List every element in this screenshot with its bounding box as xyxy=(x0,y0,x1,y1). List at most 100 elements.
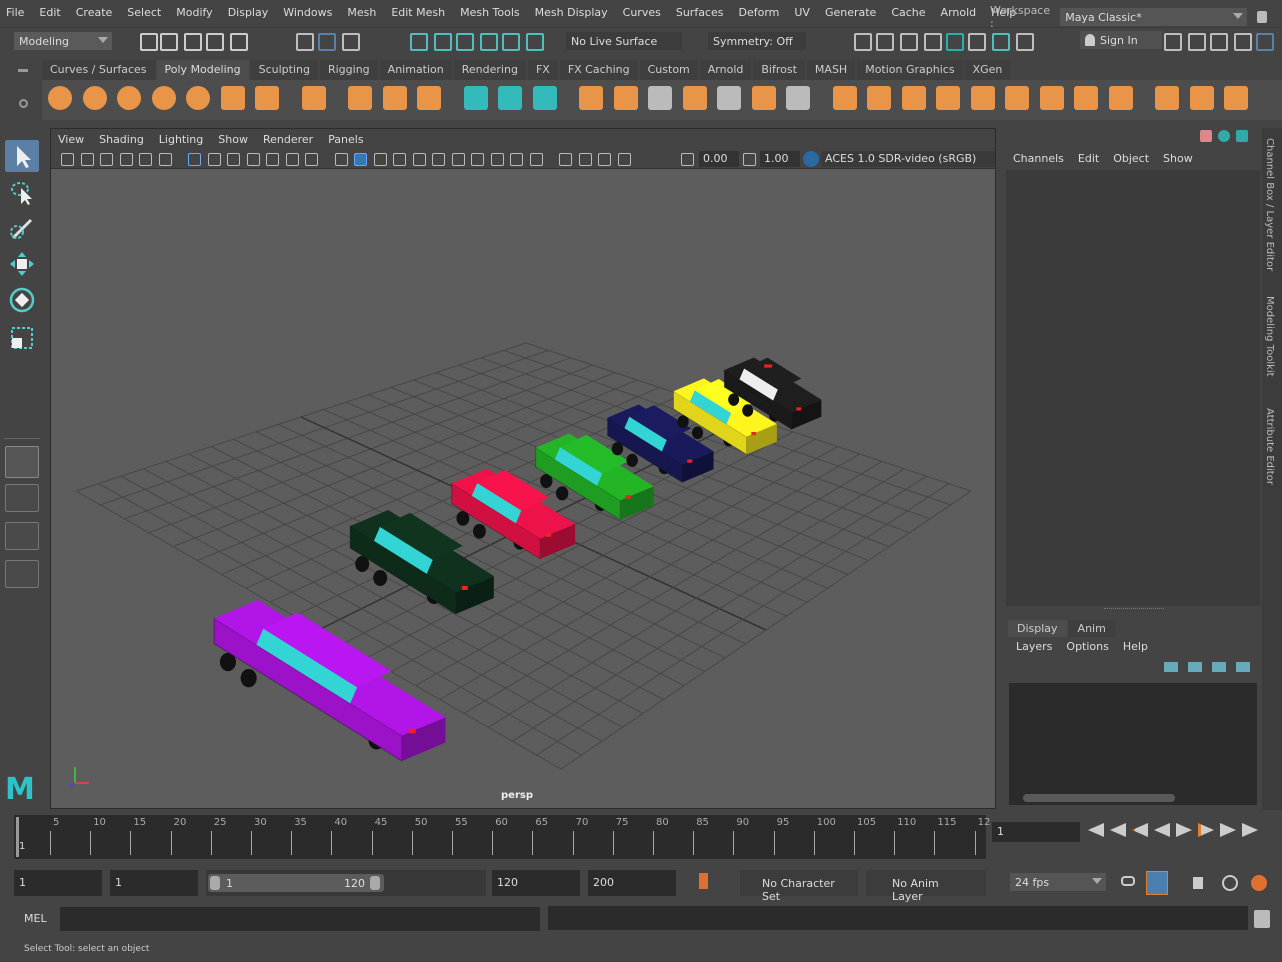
shelf-tab-curves-surfaces[interactable]: Curves / Surfaces xyxy=(42,60,155,80)
3d-scene[interactable]: Police xyxy=(51,169,995,809)
camera-select-icon[interactable] xyxy=(61,153,74,166)
viewport-menu-shading[interactable]: Shading xyxy=(99,133,144,146)
camera-attr-icon[interactable] xyxy=(80,153,94,166)
car-red-sedan[interactable] xyxy=(451,468,576,560)
layer-tab-display[interactable]: Display xyxy=(1008,620,1067,637)
layer-menu-help[interactable]: Help xyxy=(1123,640,1148,653)
shelf-tab-xgen[interactable]: XGen xyxy=(964,60,1011,80)
range-slider-end-handle[interactable] xyxy=(370,876,380,890)
channel-box-help-icon[interactable] xyxy=(1218,130,1230,142)
color-space-dropdown[interactable]: ACES 1.0 SDR-video (sRGB) xyxy=(821,151,995,167)
backface-icon[interactable] xyxy=(617,153,631,166)
single-perspective-layout-icon[interactable] xyxy=(5,446,39,478)
2d-pan-icon[interactable] xyxy=(139,153,152,166)
step-forward-key-icon[interactable] xyxy=(1220,823,1236,837)
menu-mesh-display[interactable]: Mesh Display xyxy=(535,6,608,19)
smooth-icon[interactable] xyxy=(682,86,707,110)
viewport-menu-lighting[interactable]: Lighting xyxy=(159,133,203,146)
open-scene-icon[interactable] xyxy=(160,33,178,51)
screen-space-ao-icon[interactable] xyxy=(471,153,484,166)
color-management-icon[interactable] xyxy=(803,151,819,167)
channel-box-edit-icon[interactable] xyxy=(1236,130,1248,142)
sign-in-button[interactable]: Sign In xyxy=(1080,31,1162,49)
layer-list-scrollbar[interactable] xyxy=(1023,794,1175,802)
side-tab-attribute-editor[interactable]: Attribute Editor xyxy=(1264,408,1275,485)
reset-transform-icon[interactable] xyxy=(532,86,557,110)
menu-arnold[interactable]: Arnold xyxy=(941,6,977,19)
range-slider-bar[interactable]: 1 120 xyxy=(208,874,384,892)
fps-dropdown[interactable]: 24 fps xyxy=(1010,873,1106,891)
near-clip-field[interactable]: 0.00 xyxy=(699,151,739,167)
channel-box-menu-edit[interactable]: Edit xyxy=(1078,152,1099,165)
field-chart-icon[interactable] xyxy=(266,153,279,166)
side-tab-channel-box[interactable]: Channel Box / Layer Editor xyxy=(1264,138,1275,271)
go-to-end-icon[interactable] xyxy=(1242,823,1258,837)
smooth-shade-icon[interactable] xyxy=(354,153,367,166)
live-surface-field[interactable]: No Live Surface xyxy=(566,32,682,50)
shelf-tab-fx-caching[interactable]: FX Caching xyxy=(559,60,638,80)
render-setup-icon[interactable] xyxy=(968,33,986,51)
outliner-layout-icon[interactable] xyxy=(5,560,39,588)
command-input[interactable] xyxy=(60,907,540,931)
four-view-layout-icon[interactable] xyxy=(5,484,39,512)
step-forward-frame-icon[interactable] xyxy=(1198,823,1214,837)
render-settings-icon[interactable] xyxy=(924,33,942,51)
new-layer-selected-icon[interactable] xyxy=(1236,662,1250,672)
panel-splitter[interactable] xyxy=(1104,608,1164,610)
xray-joints-icon[interactable] xyxy=(578,153,592,166)
select-tool-icon[interactable] xyxy=(5,140,39,172)
shelf-tab-arnold[interactable]: Arnold xyxy=(699,60,752,80)
shelf-tab-fx[interactable]: FX xyxy=(527,60,558,80)
hypershade-icon[interactable] xyxy=(946,33,964,51)
exposure-icon[interactable] xyxy=(681,153,694,166)
menu-edit-mesh[interactable]: Edit Mesh xyxy=(391,6,445,19)
symmetry-dropdown[interactable]: Symmetry: Off xyxy=(708,32,806,50)
step-back-frame-icon[interactable] xyxy=(1132,823,1148,837)
freeze-transform-icon[interactable] xyxy=(498,86,522,110)
multi-cut-icon[interactable] xyxy=(1108,86,1133,110)
resolution-gate-icon[interactable] xyxy=(227,153,240,166)
mirror-icon[interactable] xyxy=(717,86,741,110)
poly-torus-icon[interactable] xyxy=(186,86,210,110)
film-gate-icon[interactable] xyxy=(207,153,221,166)
gate-mask-icon[interactable] xyxy=(246,153,260,166)
poly-sphere-icon[interactable] xyxy=(48,86,72,110)
workspace-dropdown[interactable]: Maya Classic* xyxy=(1060,8,1248,26)
snap-view-icon[interactable] xyxy=(480,33,498,51)
shelf-tab-rendering[interactable]: Rendering xyxy=(453,60,526,80)
center-pivot-icon[interactable] xyxy=(463,86,488,110)
extrude-icon[interactable] xyxy=(832,86,857,110)
make-live-icon[interactable] xyxy=(579,86,603,110)
anim-prefs-icon[interactable] xyxy=(1251,875,1267,891)
animation-start-field[interactable]: 1 xyxy=(14,870,102,896)
pause-viewport-icon[interactable] xyxy=(1016,33,1034,51)
anti-aliasing-icon[interactable] xyxy=(510,153,523,166)
channel-box-icon[interactable] xyxy=(1256,33,1274,51)
snap-live-icon[interactable] xyxy=(526,33,544,51)
script-editor-icon[interactable] xyxy=(1254,910,1270,928)
render-view-icon[interactable] xyxy=(854,33,872,51)
move-layer-up-icon[interactable] xyxy=(1164,662,1178,672)
poly-disc-icon[interactable] xyxy=(255,86,279,110)
xray-active-icon[interactable] xyxy=(598,153,611,166)
default-material-icon[interactable] xyxy=(373,153,387,166)
character-set-dropdown[interactable]: No Character Set xyxy=(740,870,858,903)
menu-file[interactable]: File xyxy=(6,6,24,19)
gamma-icon[interactable] xyxy=(743,153,756,166)
merge-icon[interactable] xyxy=(1005,86,1029,110)
super-shape-icon[interactable] xyxy=(348,86,372,110)
sound-icon[interactable] xyxy=(1193,877,1203,889)
channel-box-menu-channels[interactable]: Channels xyxy=(1013,152,1064,165)
menu-edit[interactable]: Edit xyxy=(39,6,60,19)
motion-blur-icon[interactable] xyxy=(490,153,504,166)
menu-generate[interactable]: Generate xyxy=(825,6,876,19)
render-icon[interactable] xyxy=(876,33,894,51)
layer-menu-options[interactable]: Options xyxy=(1066,640,1108,653)
menu-mesh-tools[interactable]: Mesh Tools xyxy=(460,6,520,19)
cache-playback-icon[interactable] xyxy=(1146,871,1168,895)
wireframe-icon[interactable] xyxy=(334,153,348,166)
viewport-menu-view[interactable]: View xyxy=(58,133,84,146)
append-polygon-icon[interactable] xyxy=(936,86,960,110)
select-object-icon[interactable] xyxy=(318,33,336,51)
viewport-menu-panels[interactable]: Panels xyxy=(328,133,363,146)
